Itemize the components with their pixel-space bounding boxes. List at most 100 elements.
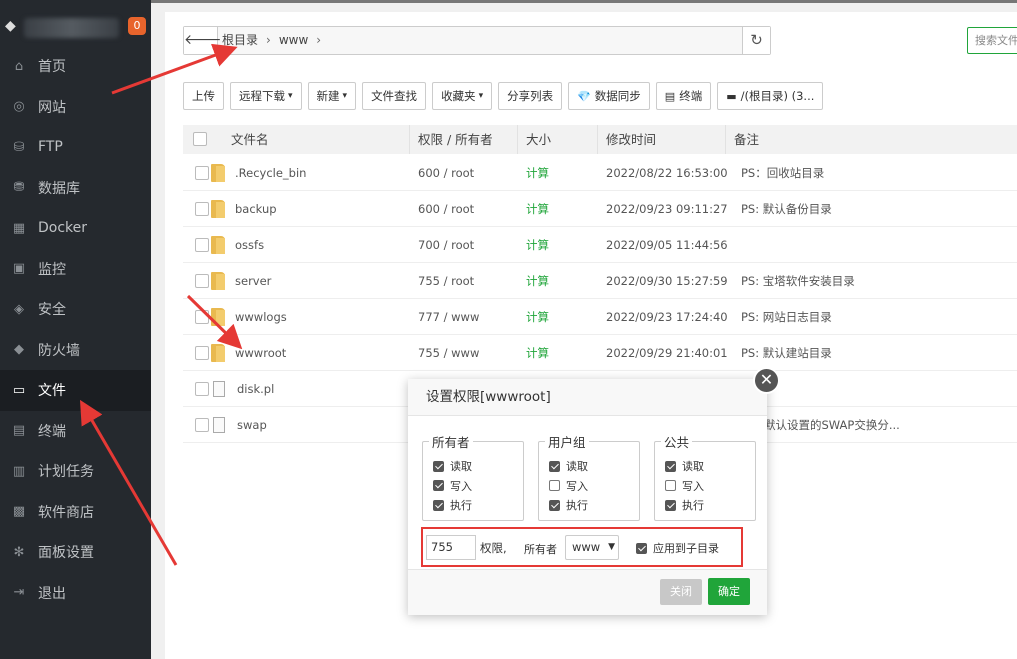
home-icon: ⌂ [14,58,24,74]
dialog-close-icon[interactable]: ✕ [753,367,780,394]
perm-option[interactable]: 读取 [549,458,588,474]
perm-checkbox[interactable] [549,460,560,472]
breadcrumb-item[interactable]: www [279,27,308,54]
sidebar-item-6[interactable]: ◈ 安全 [0,289,151,330]
sidebar-item-1[interactable]: ◎ 网站 [0,87,151,128]
perm-checkbox[interactable] [549,499,560,511]
file-mtime: 2022/08/22 16:53:00 [606,165,728,180]
perm-group-title: 用户组 [545,432,589,451]
perm-checkbox[interactable] [665,460,676,472]
logo-icon: ◆ [5,18,16,34]
perm-option[interactable]: 写入 [549,478,588,494]
row-checkbox[interactable] [195,273,209,288]
table-row[interactable]: server 755 / root 计算 2022/09/30 15:27:59 PS:… [183,263,1017,299]
breadcrumb-item[interactable]: 根目录 [222,27,258,54]
file-name[interactable]: swap [237,418,267,432]
row-checkbox[interactable] [195,417,209,432]
file-permission[interactable]: 700 / root [418,238,474,252]
row-checkbox[interactable] [195,381,209,396]
col-header-perm[interactable]: 权限 / 所有者 [410,125,518,154]
sidebar-item-10[interactable]: ▥ 计划任务 [0,451,151,492]
notification-badge[interactable]: 0 [128,17,146,35]
file-name[interactable]: wwwroot [235,346,286,360]
sidebar-item-3[interactable]: ⛃ 数据库 [0,168,151,209]
sidebar-item-4[interactable]: ▦ Docker [0,208,151,249]
perm-checkbox[interactable] [665,480,676,491]
file-name[interactable]: disk.pl [237,382,274,396]
sidebar-item-2[interactable]: ⛁ FTP [0,127,151,168]
perm-option[interactable]: 执行 [433,497,472,513]
toolbar-button-0[interactable]: 上传 [183,82,224,110]
row-checkbox[interactable] [195,345,209,360]
toolbar-button-8[interactable]: ▬/(根目录) (3... [717,82,824,110]
toolbar-button-1[interactable]: 远程下载 ▾ [230,82,302,110]
dialog-confirm-button[interactable]: 确定 [708,578,750,605]
perm-checkbox[interactable] [665,499,676,511]
back-button[interactable]: 🡐 [184,27,222,54]
file-name[interactable]: server [235,274,271,288]
col-header-time[interactable]: 修改时间 [598,125,726,154]
sidebar-item-12[interactable]: ✻ 面板设置 [0,532,151,573]
file-size-calc[interactable]: 计算 [526,201,549,217]
toolbar-button-5[interactable]: 分享列表 [498,82,563,110]
file-name[interactable]: .Recycle_bin [235,166,306,180]
row-checkbox[interactable] [195,165,209,180]
sidebar-item-9[interactable]: ▤ 终端 [0,411,151,452]
toolbar-button-2[interactable]: 新建 ▾ [307,82,357,110]
file-permission[interactable]: 755 / root [418,274,474,288]
toolbar-button-6[interactable]: 💎 数据同步 [568,82,650,110]
perm-checkbox[interactable] [433,499,444,511]
file-size-calc[interactable]: 计算 [526,165,549,181]
file-permission[interactable]: 777 / www [418,310,479,324]
toolbar-button-7[interactable]: ▤ 终端 [655,82,712,110]
row-checkbox[interactable] [195,237,209,252]
col-header-size[interactable]: 大小 [518,125,598,154]
perm-checkbox[interactable] [433,480,444,491]
file-size-calc[interactable]: 计算 [526,237,549,253]
table-header: 文件名 权限 / 所有者 大小 修改时间 备注 [183,125,1017,154]
sidebar-item-0[interactable]: ⌂ 首页 [0,46,151,87]
toolbar-button-4[interactable]: 收藏夹 ▾ [432,82,493,110]
col-header-note: 备注 [734,132,760,147]
sidebar-item-13[interactable]: ⇥ 退出 [0,573,151,614]
file-size-calc[interactable]: 计算 [526,345,549,361]
sidebar-item-11[interactable]: ▩ 软件商店 [0,492,151,533]
perm-option[interactable]: 执行 [549,497,588,513]
select-all-checkbox[interactable] [193,132,207,146]
perm-option[interactable]: 读取 [665,458,704,474]
file-permission[interactable]: 600 / root [418,202,474,216]
table-row[interactable]: .Recycle_bin 600 / root 计算 2022/08/22 16:53… [183,155,1017,191]
perm-option[interactable]: 执行 [665,497,704,513]
file-permission[interactable]: 755 / www [418,346,479,360]
sidebar-item-5[interactable]: ▣ 监控 [0,249,151,290]
perm-option-label: 写入 [566,479,588,493]
perm-checkbox[interactable] [433,460,444,472]
sidebar-item-7[interactable]: ◆ 防火墙 [0,330,151,371]
refresh-button[interactable]: ↻ [742,27,770,54]
perm-option[interactable]: 写入 [665,478,704,494]
perm-option[interactable]: 读取 [433,458,472,474]
perm-option[interactable]: 写入 [433,478,472,494]
file-name[interactable]: backup [235,202,277,216]
toolbar-button-icon: ▤ [664,89,676,103]
toolbar-button-3[interactable]: 文件查找 [362,82,427,110]
file-permission[interactable]: 600 / root [418,166,474,180]
globe-icon: ◎ [13,99,25,115]
table-row[interactable]: ossfs 700 / root 计算 2022/09/05 11:44:56 [183,227,1017,263]
table-row[interactable]: wwwroot 755 / www 计算 2022/09/29 21:40:01 PS:… [183,335,1017,371]
table-row[interactable]: backup 600 / root 计算 2022/09/23 09:11:27 PS:… [183,191,1017,227]
dialog-cancel-button[interactable]: 关闭 [660,579,702,605]
sidebar-menu: ⌂ 首页 ◎ 网站 ⛁ FTP ⛃ 数据库 ▦ Docker ▣ 监控 ◈ 安全 ◆ 防火墙 ▭ 文件 ▤ 终端 ▥ 计划… [0,46,151,613]
file-size-calc[interactable]: 计算 [526,273,549,289]
sidebar-item-8[interactable]: ▭ 文件 [0,370,151,411]
file-size-calc[interactable]: 计算 [526,309,549,325]
file-name[interactable]: ossfs [235,238,264,252]
file-name[interactable]: wwwlogs [235,310,287,324]
row-checkbox[interactable] [195,201,209,216]
ftp-icon: ⛁ [13,139,25,155]
perm-checkbox[interactable] [549,480,560,491]
row-checkbox[interactable] [195,309,209,324]
table-row[interactable]: wwwlogs 777 / www 计算 2022/09/23 17:24:40 PS:… [183,299,1017,335]
col-header-name[interactable]: 文件名 [223,125,410,154]
search-input[interactable]: 搜索文件 [967,27,1017,54]
